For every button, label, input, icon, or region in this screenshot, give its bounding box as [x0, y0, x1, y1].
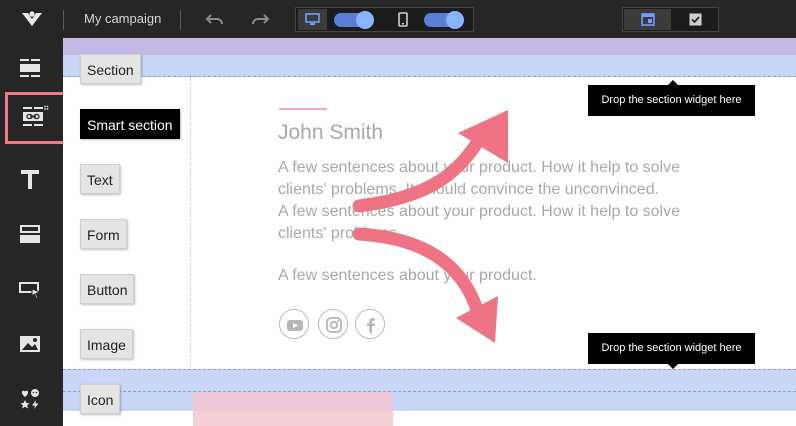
- checkbox-view-button[interactable]: [672, 9, 719, 30]
- drop-tooltip-top: Drop the section widget here: [588, 80, 755, 116]
- icon-widget-icon: [20, 389, 39, 409]
- guide-line: [190, 77, 191, 377]
- layout-view-icon: [641, 13, 655, 26]
- paragraph-line[interactable]: clients' problems.: [278, 223, 401, 245]
- desktop-icon: [305, 13, 320, 25]
- campaign-name[interactable]: My campaign: [84, 11, 161, 26]
- widget-icon[interactable]: Icon: [80, 384, 121, 414]
- guide-line: [63, 391, 796, 392]
- drop-tooltip-bottom-text: Drop the section widget here: [601, 342, 742, 354]
- section-widget-icon: [20, 59, 40, 77]
- divider: [63, 10, 64, 30]
- sidebar-item-form[interactable]: [4, 209, 56, 259]
- view-switcher: [622, 7, 719, 32]
- short-paragraph[interactable]: A few sentences about your product.: [278, 265, 537, 287]
- facebook-icon[interactable]: [355, 309, 385, 339]
- sidebar-item-icon[interactable]: [4, 374, 56, 424]
- top-bar: My campaign: [0, 0, 796, 38]
- sidebar-item-smart-section[interactable]: [5, 92, 69, 144]
- mobile-toggle[interactable]: [424, 11, 464, 29]
- page-canvas[interactable]: Section Smart section Text Form Button I…: [63, 38, 796, 426]
- sidebar-item-button[interactable]: [4, 264, 56, 314]
- image-widget-icon: [20, 336, 40, 352]
- widget-image[interactable]: Image: [80, 329, 133, 359]
- widget-button[interactable]: Button: [80, 274, 135, 304]
- editor-app: My campaign Section Smart section Text F…: [0, 0, 796, 426]
- drop-tooltip-top-text: Drop the section widget here: [601, 94, 742, 106]
- drop-zone-top[interactable]: [63, 38, 796, 55]
- checkbox-view-icon: [689, 13, 702, 26]
- smart-section-widget-icon: [23, 105, 49, 126]
- widget-smart-section[interactable]: Smart section: [80, 109, 180, 139]
- button-widget-icon: [19, 282, 42, 300]
- youtube-icon[interactable]: [279, 309, 309, 339]
- sidebar-item-text[interactable]: [4, 154, 56, 204]
- sidebar-item-section[interactable]: [4, 44, 56, 94]
- paragraph-line[interactable]: clients' problems. It should convince th…: [278, 179, 659, 201]
- widget-section[interactable]: Section: [80, 54, 141, 84]
- divider: [180, 10, 181, 30]
- widget-sidebar: [0, 38, 69, 426]
- undo-icon[interactable]: [205, 10, 225, 28]
- arrow-down-head: [456, 296, 498, 343]
- text-widget-icon: [21, 170, 39, 189]
- drop-zone-bottom[interactable]: [63, 369, 796, 411]
- widget-form[interactable]: Form: [80, 219, 127, 249]
- instagram-icon[interactable]: [318, 309, 348, 339]
- widget-text[interactable]: Text: [80, 164, 120, 194]
- person-name[interactable]: John Smith: [278, 121, 383, 145]
- arrow-up-head: [458, 110, 508, 163]
- form-widget-icon: [20, 225, 40, 243]
- desktop-toggle[interactable]: [334, 11, 374, 29]
- mobile-view-button[interactable]: [388, 9, 417, 30]
- layout-view-button[interactable]: [624, 9, 671, 30]
- accent-line: [279, 108, 327, 110]
- mobile-icon: [398, 12, 408, 27]
- paragraph-line[interactable]: A few sentences about your product. How …: [278, 157, 680, 179]
- sidebar-item-image[interactable]: [4, 319, 56, 369]
- desktop-view-button[interactable]: [298, 9, 327, 30]
- logo-icon[interactable]: [20, 9, 44, 29]
- section-preview: [193, 391, 393, 426]
- drop-tooltip-bottom: Drop the section widget here: [588, 333, 755, 369]
- device-switcher: [295, 7, 474, 32]
- paragraph-line[interactable]: A few sentences about your product. How …: [278, 201, 680, 223]
- drop-zone-top-inner[interactable]: [63, 55, 796, 77]
- redo-icon[interactable]: [250, 10, 270, 28]
